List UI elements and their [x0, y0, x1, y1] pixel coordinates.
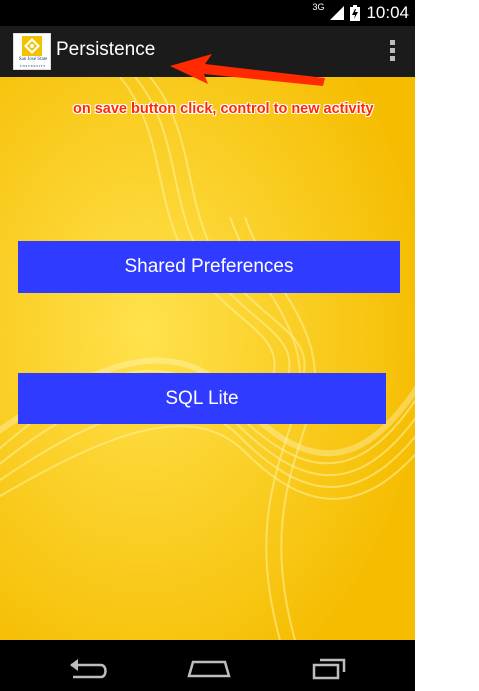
back-icon[interactable]	[57, 648, 117, 684]
sjsu-seal-icon	[22, 36, 42, 56]
status-time: 10:04	[366, 3, 409, 22]
overflow-menu-icon[interactable]	[387, 40, 397, 64]
annotation-arrow-icon	[170, 54, 325, 86]
main-content: Shared Preferences SQL Lite	[0, 77, 415, 640]
sql-lite-button[interactable]: SQL Lite	[18, 373, 386, 424]
signal-icon	[330, 6, 345, 20]
navigation-bar	[0, 640, 415, 691]
status-icons: 3G 10:04	[312, 0, 409, 26]
shared-preferences-button[interactable]: Shared Preferences	[18, 241, 400, 293]
network-type: 3G	[312, 2, 325, 12]
status-bar: 3G 10:04	[0, 0, 415, 26]
app-logo[interactable]: San José State UNIVERSITY	[13, 33, 51, 70]
logo-text-line2: UNIVERSITY	[20, 64, 46, 68]
wave-background	[0, 77, 415, 640]
recents-icon[interactable]	[300, 648, 360, 684]
annotation-text: on save button click, control to new act…	[73, 101, 374, 117]
home-icon[interactable]	[179, 648, 239, 684]
battery-icon	[350, 5, 361, 21]
logo-text-line1: San José State	[18, 57, 48, 62]
app-title: Persistence	[56, 39, 156, 60]
